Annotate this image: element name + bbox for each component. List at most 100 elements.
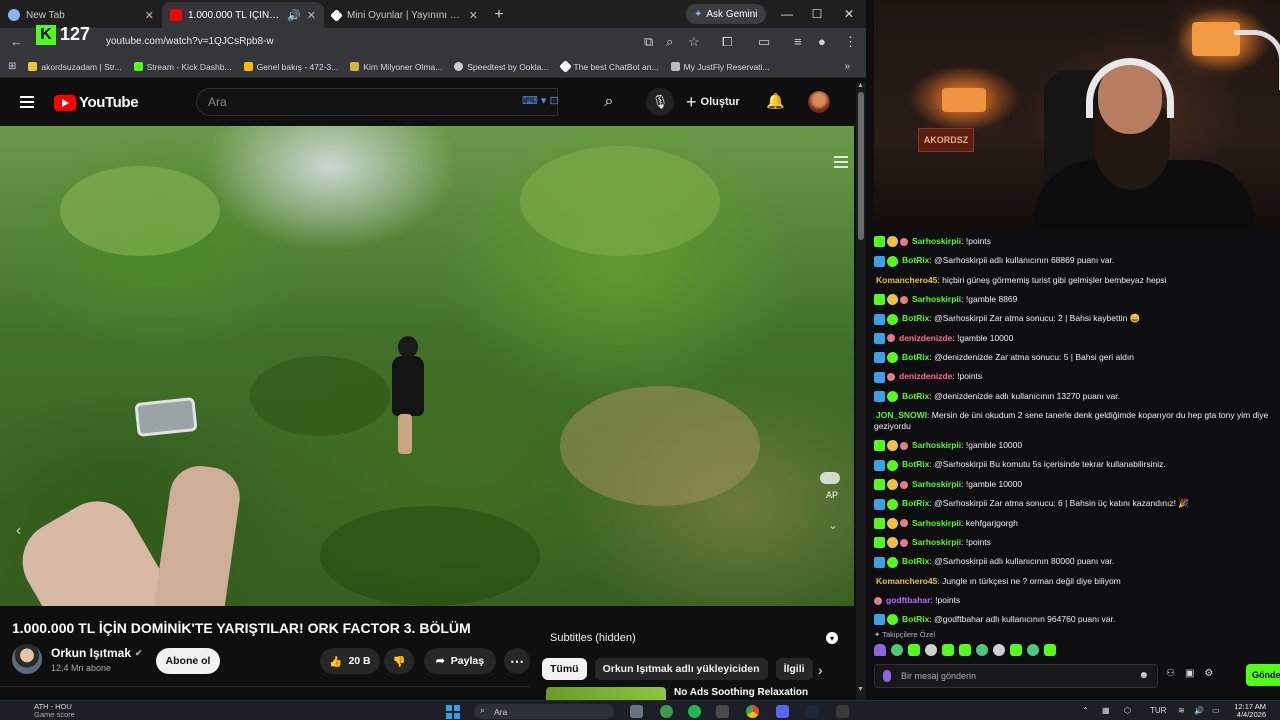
new-tab-button[interactable]: +: [486, 2, 512, 28]
gift-icon[interactable]: ▣: [1185, 668, 1194, 679]
start-windows-icon[interactable]: [446, 705, 460, 719]
bookmark-item[interactable]: Genel bakış - 472-3...: [243, 62, 338, 72]
discord-icon[interactable]: [776, 705, 789, 718]
audio-icon[interactable]: 🔊: [287, 9, 301, 22]
language-indicator[interactable]: TUR: [1150, 706, 1166, 715]
minimize-button[interactable]: —: [772, 0, 802, 28]
channel-name[interactable]: Orkun Işıtmak ✔: [51, 646, 143, 660]
channel-avatar[interactable]: [12, 644, 42, 674]
emote-icon[interactable]: [908, 644, 920, 656]
tray-app-icon[interactable]: ▦: [1102, 706, 1110, 715]
scrollbar-thumb[interactable]: [858, 92, 864, 240]
chat-username[interactable]: Sarhoskirpii: [912, 440, 961, 450]
tab-youtube-video[interactable]: 1.000.000 TL İÇİN DOMİNİK 🔊 ✕: [162, 2, 324, 28]
chat-username[interactable]: BotRix: [902, 498, 929, 508]
volume-icon[interactable]: 🔊: [1194, 706, 1204, 715]
keyboard-icon[interactable]: ⌨ ▾ ⊡: [522, 94, 559, 107]
chat-username[interactable]: godftbahar: [886, 595, 930, 605]
more-bookmarks-icon[interactable]: »: [844, 61, 850, 72]
tray-app-icon[interactable]: ⬡: [1124, 706, 1131, 715]
spotify-icon[interactable]: [688, 705, 701, 718]
close-icon[interactable]: ✕: [469, 9, 478, 22]
steam-icon[interactable]: [806, 705, 819, 718]
sidepanel-icon[interactable]: ▭: [758, 34, 770, 50]
page-scrollbar[interactable]: ▲ ▼: [856, 82, 866, 700]
autoplay-toggle[interactable]: [820, 472, 840, 484]
bookmark-item[interactable]: Speedtest by Ookla...: [454, 62, 549, 72]
video-menu-icon[interactable]: [834, 156, 848, 171]
chevron-left-icon[interactable]: ‹: [16, 522, 21, 540]
chip-from-uploader[interactable]: Orkun Işıtmak adlı yükleyiciden: [594, 658, 768, 680]
emote-icon[interactable]: [1044, 644, 1056, 656]
close-icon[interactable]: ✕: [145, 9, 154, 22]
send-button[interactable]: Gönder: [1246, 664, 1280, 686]
emote-icon[interactable]: [891, 644, 903, 656]
chevron-right-icon[interactable]: ›: [818, 662, 823, 678]
cast-icon[interactable]: ⧉: [644, 34, 653, 50]
tab-mini-oyunlar[interactable]: Mini Oyunlar | Yayınını güçlend ✕: [324, 2, 486, 28]
taskbar-search[interactable]: ⌕ Ara: [474, 704, 614, 719]
voice-search-button[interactable]: 🎙: [646, 88, 674, 116]
ask-gemini-button[interactable]: ✦ Ask Gemini: [686, 4, 766, 24]
chat-username[interactable]: BotRix: [902, 255, 929, 265]
video-player[interactable]: AP ‹ ⌄: [0, 126, 854, 606]
create-button[interactable]: + Oluştur: [686, 90, 740, 114]
more-actions-button[interactable]: ⋯: [504, 648, 530, 674]
search-input[interactable]: Ara: [196, 88, 558, 116]
notifications-bell-icon[interactable]: 🔔: [766, 92, 785, 110]
window-close-button[interactable]: ✕: [834, 0, 864, 28]
bookmark-item[interactable]: Kim Milyoner Olma...: [350, 62, 442, 72]
close-icon[interactable]: ✕: [307, 9, 316, 22]
emote-icon[interactable]: [874, 644, 886, 656]
subtitles-toggle[interactable]: Subtitles (hidden) ▾: [542, 624, 838, 652]
extensions-icon[interactable]: ⧠: [722, 34, 732, 50]
app-icon[interactable]: [716, 705, 729, 718]
chat-username[interactable]: Sarhoskirpii: [912, 294, 961, 304]
users-icon[interactable]: ⚇: [1166, 668, 1175, 679]
chat-username[interactable]: BotRix: [902, 614, 929, 624]
menu-icon[interactable]: [20, 96, 34, 108]
chat-username[interactable]: JON_SNOWI: [876, 410, 927, 420]
subscribe-button[interactable]: Abone ol: [156, 648, 220, 674]
like-button[interactable]: 👍 20 B: [320, 648, 380, 674]
emote-icon[interactable]: [959, 644, 971, 656]
emote-icon[interactable]: [976, 644, 988, 656]
chat-username[interactable]: Sarhoskirpii: [912, 479, 961, 489]
youtube-logo[interactable]: YouTube: [54, 94, 139, 111]
chat-username[interactable]: Komanchero45: [876, 275, 937, 285]
emoji-icon[interactable]: ☻: [1138, 670, 1149, 681]
zoom-icon[interactable]: ⌕: [666, 34, 673, 50]
chat-username[interactable]: BotRix: [902, 556, 929, 566]
tray-chevron-icon[interactable]: ⌃: [1082, 706, 1089, 715]
chat-username[interactable]: denizdenizde: [899, 333, 952, 343]
share-button[interactable]: ➦ Paylaş: [424, 648, 496, 674]
scroll-up-icon[interactable]: ▲: [857, 82, 864, 89]
chat-username[interactable]: Sarhoskirpii: [912, 537, 961, 547]
recommended-video-title[interactable]: No Ads Soothing Relaxation: [674, 687, 808, 698]
widgets-button[interactable]: ATH - HOU Game score: [34, 703, 75, 719]
chat-username[interactable]: denizdenizde: [899, 371, 952, 381]
chat-username[interactable]: Sarhoskirpii: [912, 518, 961, 528]
chat-username[interactable]: BotRix: [902, 391, 929, 401]
bookmark-item[interactable]: Stream - Kick Dashb...: [133, 62, 232, 72]
menu-dots-icon[interactable]: ⋮: [844, 34, 857, 50]
recommended-video-thumbnail[interactable]: [546, 687, 666, 700]
bookmark-item[interactable]: My JustFly Reservati...: [670, 62, 770, 72]
chat-username[interactable]: BotRix: [902, 352, 929, 362]
bookmark-item[interactable]: akordsuzadam | Str...: [28, 62, 122, 72]
bookmark-star-icon[interactable]: ☆: [688, 34, 700, 50]
chat-username[interactable]: BotRix: [902, 459, 929, 469]
clock[interactable]: 12:17 AM 4/4/2026: [1226, 703, 1266, 719]
bookmark-item[interactable]: The best ChatBot an...: [558, 60, 659, 73]
chat-username[interactable]: Sarhoskirpii: [912, 236, 961, 246]
profile-icon[interactable]: ●: [818, 34, 826, 49]
chat-username[interactable]: Komanchero45: [876, 576, 937, 586]
emote-icon[interactable]: [1010, 644, 1022, 656]
emote-icon[interactable]: [942, 644, 954, 656]
search-button[interactable]: ⌕: [584, 88, 634, 116]
emote-icon[interactable]: [993, 644, 1005, 656]
settings-gear-icon[interactable]: ⚙: [1204, 668, 1213, 679]
chevron-down-icon[interactable]: ⌄: [828, 518, 838, 532]
chrome-icon[interactable]: [746, 705, 759, 718]
chat-username[interactable]: BotRix: [902, 313, 929, 323]
